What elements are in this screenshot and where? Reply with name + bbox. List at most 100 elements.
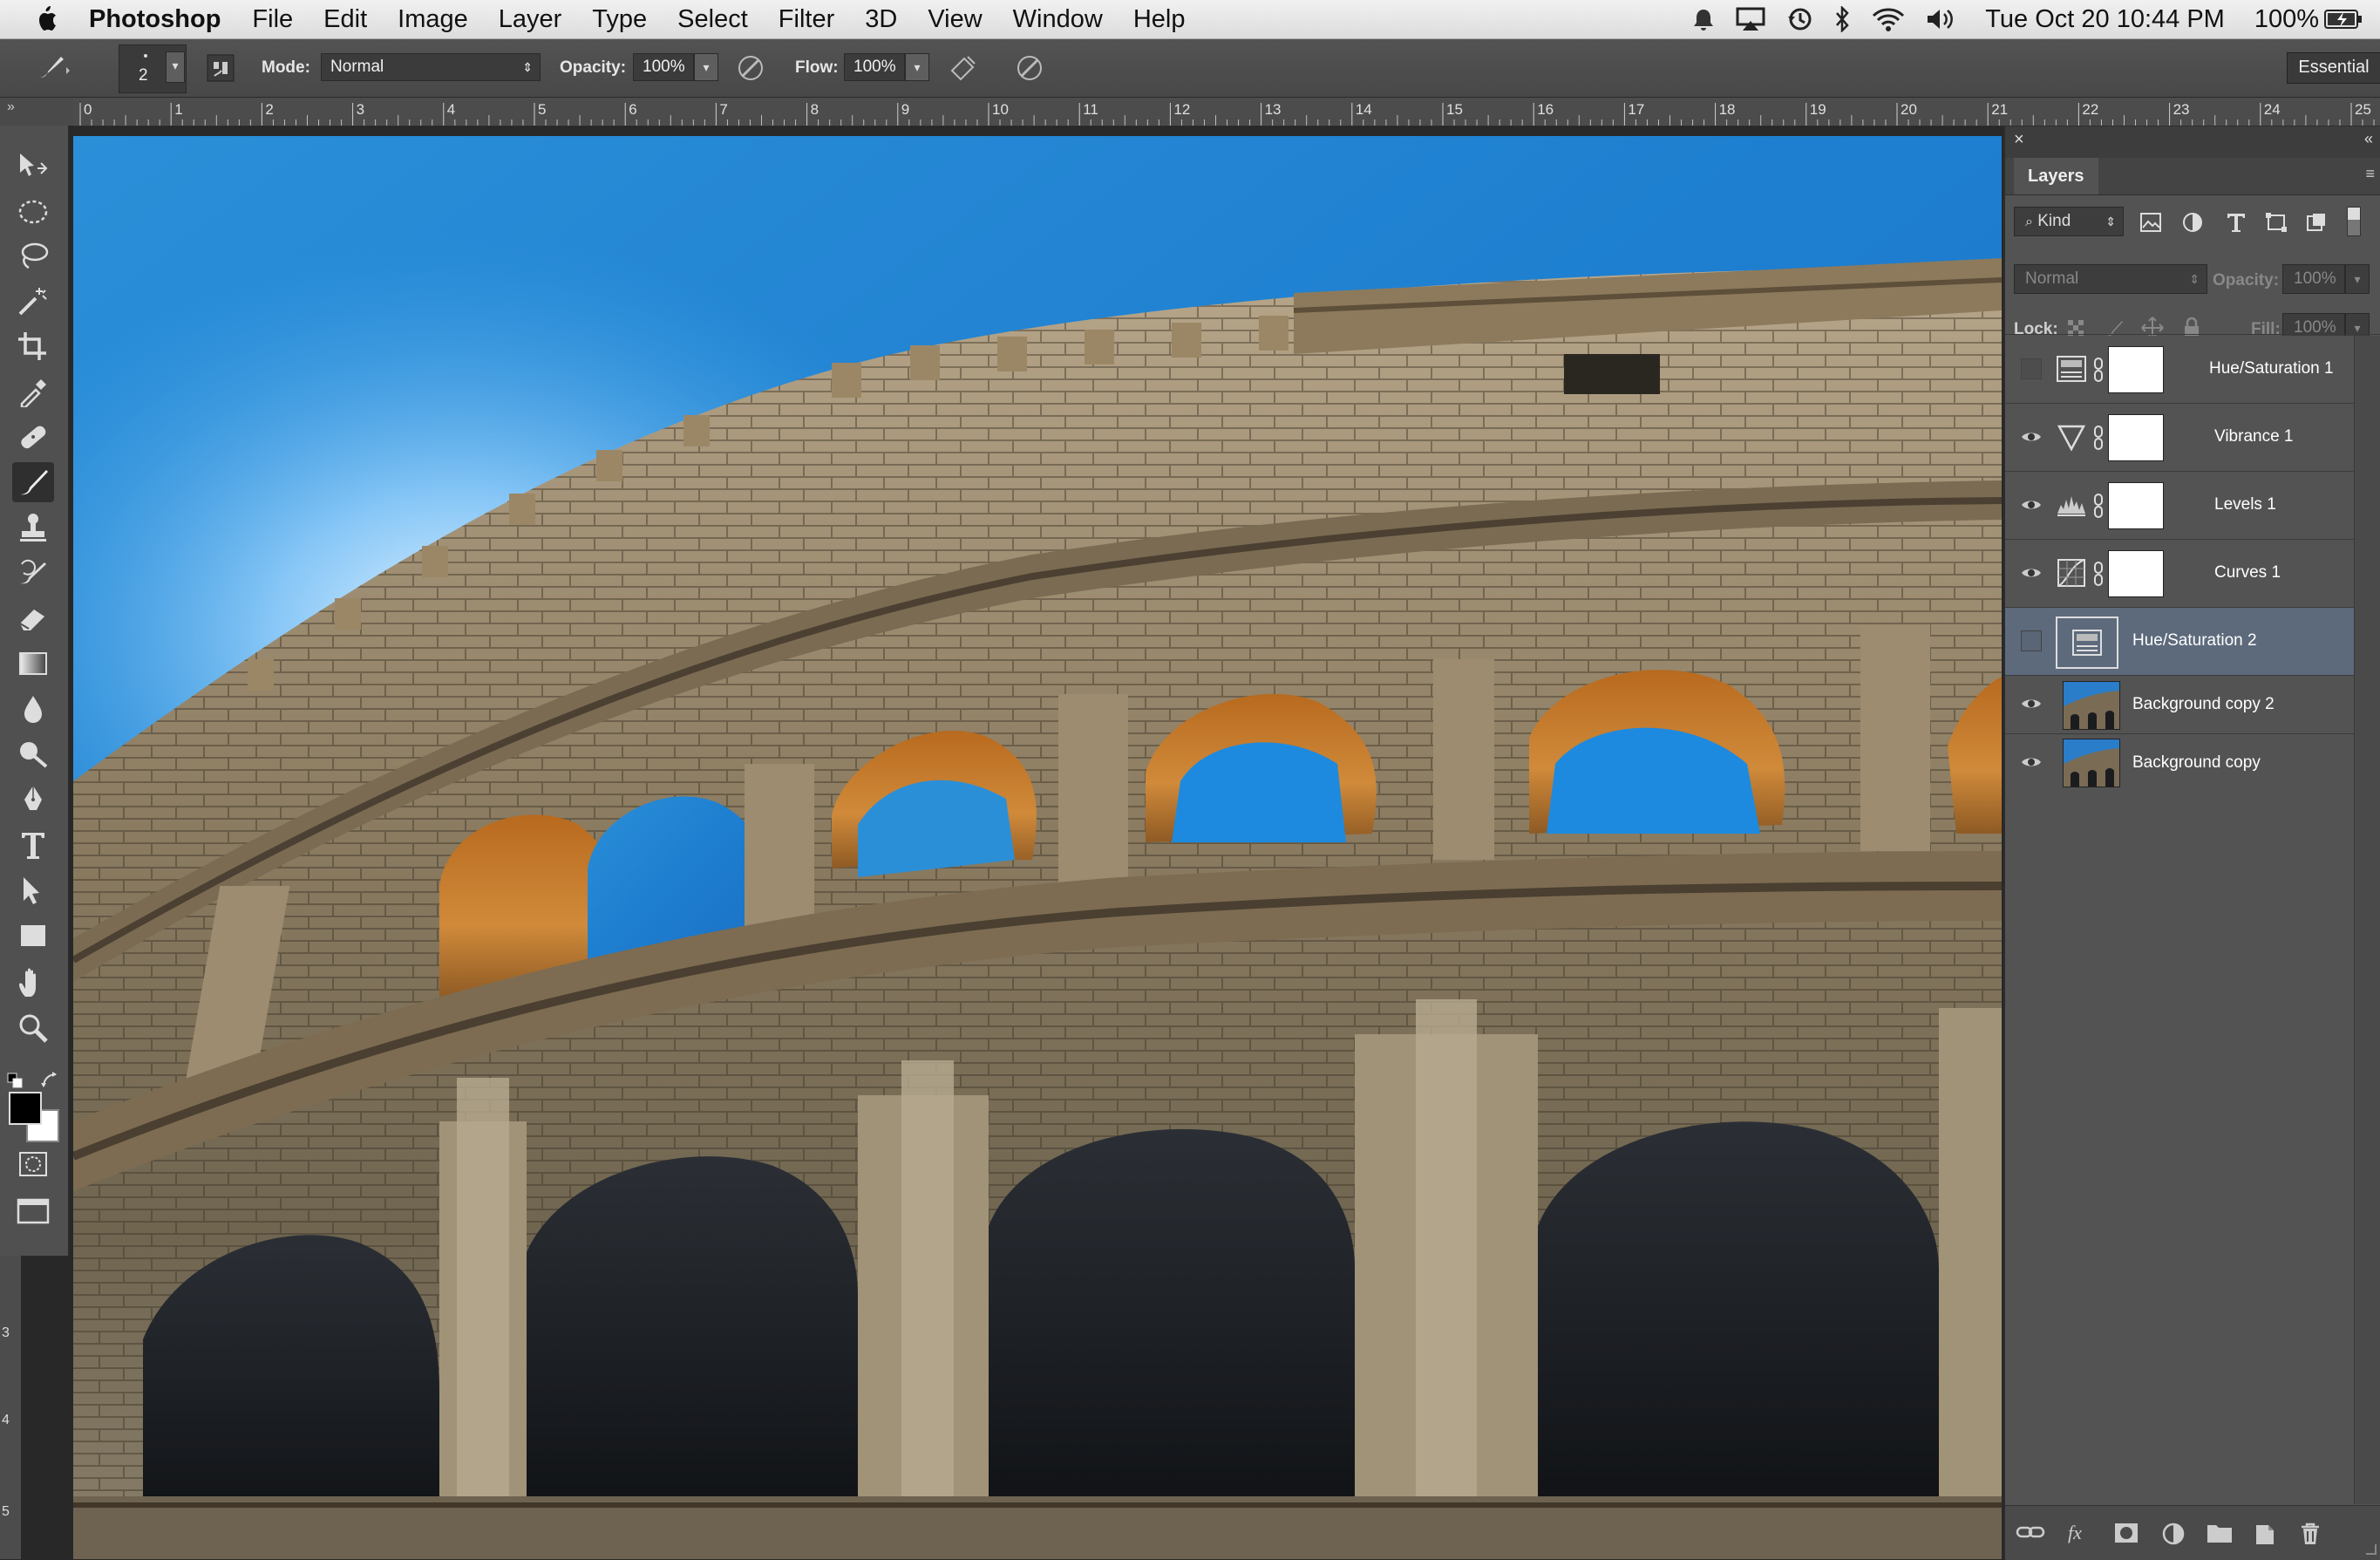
menu-type[interactable]: Type [592, 5, 647, 34]
pressure-opacity-icon[interactable] [736, 53, 765, 83]
filter-smartobject-icon[interactable] [2305, 212, 2328, 233]
panel-menu-icon[interactable]: ≡ [2365, 165, 2375, 183]
layer-name[interactable]: Hue/Saturation 2 [2132, 631, 2257, 651]
menu-window[interactable]: Window [1013, 5, 1103, 34]
layer-row-selected[interactable]: Hue/Saturation 2 [2005, 608, 2354, 676]
history-brush-tool[interactable] [12, 553, 54, 593]
fx-icon[interactable]: fx [2066, 1522, 2092, 1544]
type-tool[interactable] [12, 825, 54, 865]
pressure-size-icon[interactable] [1015, 53, 1044, 83]
brush-tool[interactable] [12, 462, 54, 502]
layer-row[interactable]: Levels 1 [2005, 472, 2354, 540]
panel-opacity-input[interactable]: 100% [2282, 264, 2345, 294]
toolbar-collapse-icon[interactable]: » [7, 99, 15, 115]
flow-input[interactable]: 100% [844, 53, 905, 81]
menubar-clock[interactable]: Tue Oct 20 10:44 PM [1985, 5, 2225, 34]
filter-shape-icon[interactable] [2265, 212, 2288, 233]
tab-layers[interactable]: Layers [2014, 158, 2098, 194]
path-selection-tool[interactable] [12, 870, 54, 910]
pen-tool[interactable] [12, 780, 54, 820]
folder-icon[interactable] [2206, 1522, 2234, 1544]
resize-grip[interactable] [2366, 1544, 2377, 1555]
brush-panel-toggle-icon[interactable] [206, 53, 235, 83]
layer-name[interactable]: Vibrance 1 [2214, 427, 2294, 446]
eye-icon[interactable] [2021, 426, 2042, 447]
layer-name[interactable]: Curves 1 [2214, 563, 2281, 582]
layer-image-thumbnail[interactable] [2063, 681, 2120, 730]
workspace-switcher[interactable]: Essential [2287, 52, 2380, 84]
adjustment-icon[interactable] [2160, 1522, 2186, 1546]
adjustment-thumbnail[interactable] [2056, 617, 2118, 669]
trash-icon[interactable] [2298, 1522, 2322, 1546]
lasso-tool[interactable] [12, 235, 54, 276]
apple-icon[interactable] [35, 6, 58, 32]
mask-link-icon[interactable] [2092, 561, 2105, 587]
gradient-tool[interactable] [12, 644, 54, 684]
menu-help[interactable]: Help [1133, 5, 1186, 34]
menu-layer[interactable]: Layer [499, 5, 562, 34]
app-menu[interactable]: Photoshop [89, 5, 221, 34]
default-colors-icon[interactable] [7, 1073, 24, 1090]
rectangle-tool[interactable] [12, 916, 54, 956]
eyedropper-tool[interactable] [12, 371, 54, 412]
layer-row[interactable]: Curves 1 [2005, 540, 2354, 608]
layer-filter-kind[interactable]: ⌕ Kind ⇕ [2014, 207, 2124, 236]
menu-select[interactable]: Select [677, 5, 748, 34]
healing-brush-tool[interactable] [12, 417, 54, 457]
new-layer-icon[interactable] [2253, 1522, 2277, 1546]
eye-icon[interactable] [2021, 494, 2042, 515]
zoom-tool[interactable] [12, 1008, 54, 1048]
blur-tool[interactable] [12, 689, 54, 729]
link-icon[interactable] [2016, 1522, 2045, 1543]
brush-size-dropdown[interactable]: ▾ [166, 51, 185, 83]
menu-3d[interactable]: 3D [865, 5, 897, 34]
layer-mask-thumbnail[interactable] [2108, 346, 2164, 393]
menu-filter[interactable]: Filter [779, 5, 834, 34]
airbrush-icon[interactable] [949, 53, 978, 83]
mask-link-icon[interactable] [2092, 493, 2105, 519]
blend-mode-select[interactable]: Normal ⇕ [2014, 264, 2207, 294]
menu-view[interactable]: View [928, 5, 982, 34]
filter-type-icon[interactable] [2225, 212, 2247, 233]
eye-icon[interactable] [2021, 752, 2042, 773]
opacity-dropdown[interactable]: ▾ [694, 53, 718, 81]
visibility-toggle[interactable] [2021, 358, 2042, 379]
volume-icon[interactable] [1926, 7, 1955, 31]
panel-opacity-dropdown[interactable]: ▾ [2345, 264, 2370, 294]
mask-link-icon[interactable] [2092, 357, 2105, 383]
document-canvas[interactable] [73, 136, 2002, 1559]
notification-icon[interactable] [1692, 7, 1715, 31]
airplay-icon[interactable] [1736, 7, 1765, 31]
bluetooth-icon[interactable] [1833, 6, 1851, 32]
mask-icon[interactable] [2113, 1522, 2139, 1544]
opacity-input[interactable]: 100% [633, 53, 694, 81]
quick-mask-tool[interactable] [12, 1144, 54, 1184]
panel-scrollbar[interactable] [2354, 336, 2380, 1504]
mask-link-icon[interactable] [2092, 425, 2105, 451]
eye-icon[interactable] [2021, 693, 2042, 714]
layer-name[interactable]: Background copy 2 [2132, 695, 2275, 714]
layer-name[interactable]: Background copy [2132, 753, 2261, 773]
filter-pixel-icon[interactable] [2139, 212, 2162, 233]
brush-preset-icon[interactable] [35, 53, 73, 83]
layer-row[interactable]: Hue/Saturation 1 [2005, 336, 2354, 404]
eraser-tool[interactable] [12, 598, 54, 638]
wifi-icon[interactable] [1872, 7, 1905, 31]
flow-dropdown[interactable]: ▾ [905, 53, 929, 81]
move-tool[interactable] [12, 146, 54, 187]
layer-mask-thumbnail[interactable] [2108, 482, 2164, 529]
layer-name[interactable]: Hue/Saturation 1 [2209, 359, 2334, 378]
time-machine-icon[interactable] [1786, 6, 1812, 32]
magic-wand-tool[interactable] [12, 281, 54, 321]
layer-row[interactable]: Background copy [2005, 734, 2354, 791]
layer-name[interactable]: Levels 1 [2214, 495, 2276, 514]
collapse-panel-icon[interactable]: « [2364, 130, 2373, 148]
visibility-toggle[interactable] [2021, 630, 2042, 651]
eye-icon[interactable] [2021, 562, 2042, 583]
layer-row[interactable]: Background copy 2 [2005, 676, 2354, 734]
menu-file[interactable]: File [252, 5, 293, 34]
menu-image[interactable]: Image [398, 5, 468, 34]
layer-image-thumbnail[interactable] [2063, 739, 2120, 787]
screen-mode-tool[interactable] [12, 1191, 54, 1231]
clone-stamp-tool[interactable] [12, 508, 54, 548]
